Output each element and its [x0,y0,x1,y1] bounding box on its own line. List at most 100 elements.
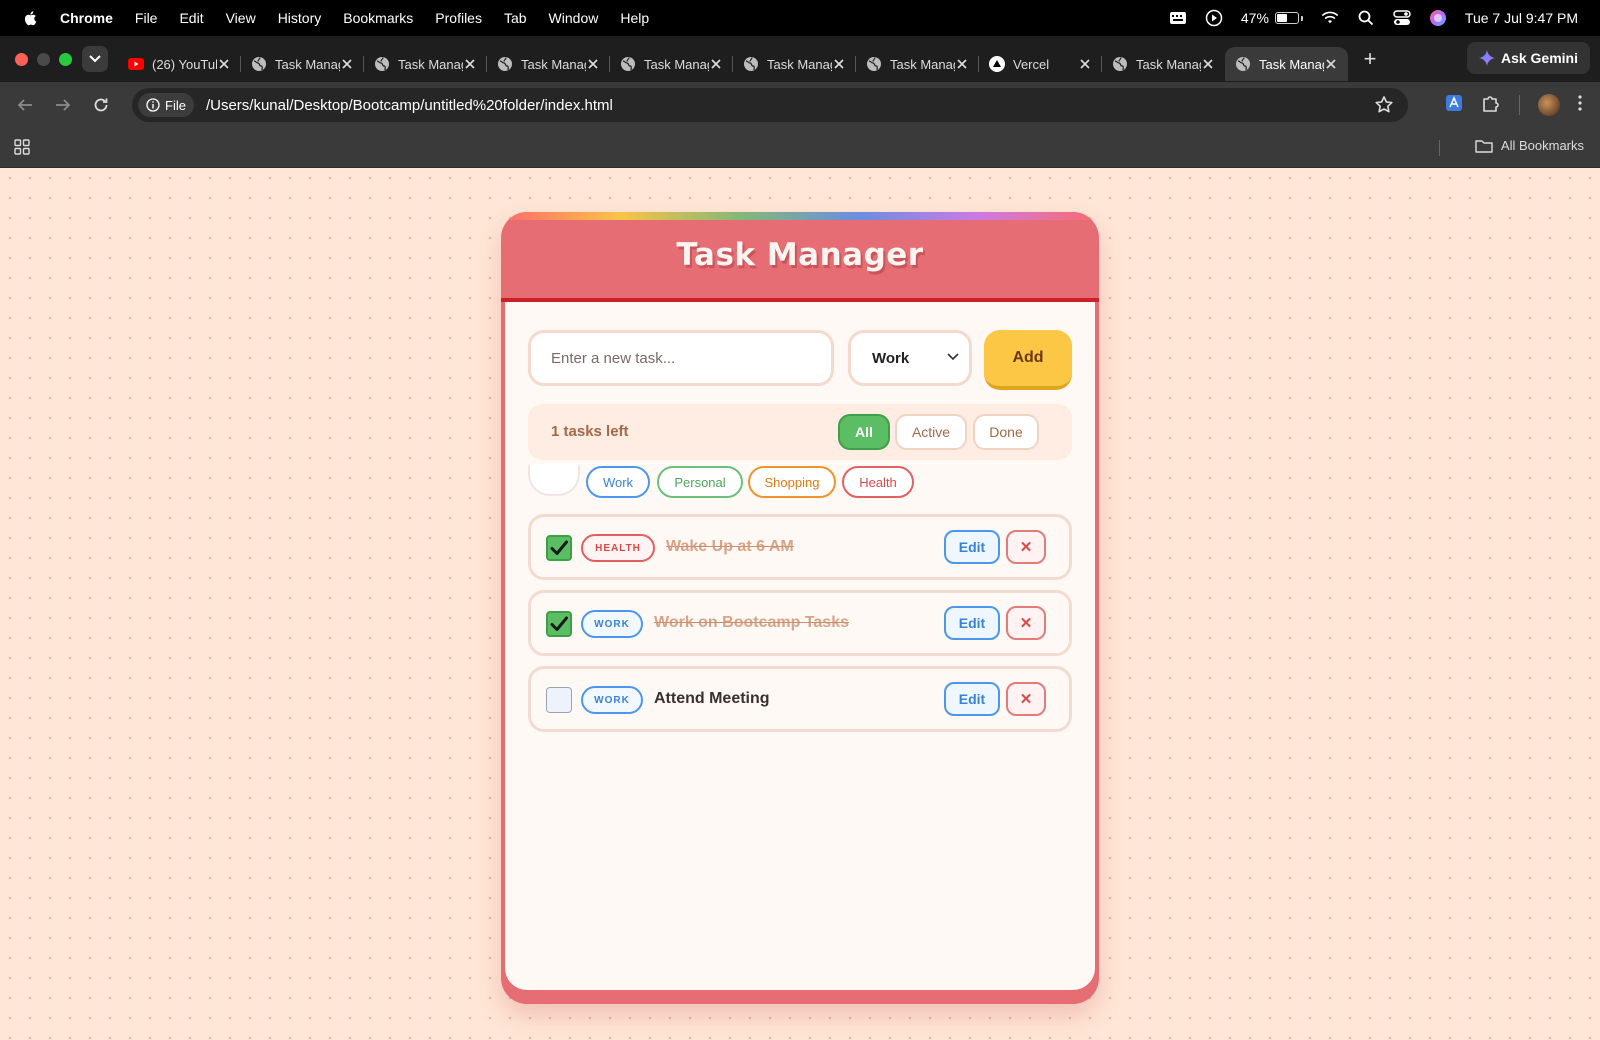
browser-tab[interactable]: Vercel [979,47,1102,81]
battery-status[interactable]: 47% [1241,10,1303,26]
menu-edit[interactable]: Edit [179,10,203,26]
close-tab-icon[interactable] [217,57,231,71]
browser-tab[interactable]: Task Manager [856,47,979,81]
browser-tab[interactable]: Task Manager [364,47,487,81]
spotlight-search-icon[interactable] [1357,9,1375,27]
back-button[interactable] [14,94,36,116]
task-checkbox[interactable] [546,611,572,637]
reload-button[interactable] [90,94,112,116]
apple-icon[interactable] [22,9,40,27]
close-tab-icon[interactable] [709,57,723,71]
task-tag-work: WORK [581,686,643,714]
arrow-left-icon [17,99,32,111]
bookmark-star-icon[interactable] [1374,95,1394,120]
web-page: Task Manager Work Add 1 tasks left All A… [0,168,1600,1040]
toolbar-right-actions [1445,82,1600,128]
battery-percent: 47% [1240,10,1269,26]
checkmark-icon [550,540,568,555]
category-chip-all[interactable] [528,464,580,496]
profile-avatar[interactable] [1538,94,1560,116]
keyboard-icon[interactable] [1169,9,1187,27]
task-tag-health: HEALTH [581,534,655,562]
delete-task-button[interactable]: ✕ [1006,682,1046,716]
browser-tab[interactable]: Task Manager [1102,47,1225,81]
siri-icon[interactable] [1429,9,1447,27]
menu-profiles[interactable]: Profiles [435,10,482,26]
close-tab-icon[interactable] [1201,57,1215,71]
category-chip-shopping[interactable]: Shopping [748,466,836,498]
menu-view[interactable]: View [226,10,256,26]
edit-task-button[interactable]: Edit [944,682,1000,716]
category-select[interactable]: Work [848,330,972,386]
category-chip-work[interactable]: Work [586,466,650,498]
extension-translate-icon[interactable] [1445,94,1463,117]
arrow-right-icon [56,99,71,111]
task-item: WORK Work on Bootcamp Tasks Edit ✕ [528,590,1072,656]
control-center-icon[interactable] [1393,9,1411,27]
ask-gemini-button[interactable]: Ask Gemini [1466,42,1590,74]
task-text: Work on Bootcamp Tasks [654,614,849,631]
close-tab-icon[interactable] [340,57,354,71]
new-tab-button[interactable]: + [1358,46,1382,72]
task-item: WORK Attend Meeting Edit ✕ [528,666,1072,732]
edit-task-button[interactable]: Edit [944,606,1000,640]
menu-window[interactable]: Window [549,10,599,26]
menu-file[interactable]: File [135,10,158,26]
task-checkbox[interactable] [546,535,572,561]
wifi-icon[interactable] [1321,9,1339,27]
close-tab-icon[interactable] [1078,57,1092,71]
filter-done-button[interactable]: Done [973,414,1039,450]
menu-help[interactable]: Help [620,10,649,26]
delete-task-button[interactable]: ✕ [1006,530,1046,564]
apps-grid-icon[interactable] [14,139,30,160]
address-bar[interactable]: File /Users/kunal/Desktop/Bootcamp/untit… [132,88,1408,122]
browser-tab[interactable]: (26) YouTube [118,47,241,81]
menubar-clock[interactable]: Tue 7 Jul 9:47 PM [1465,10,1578,26]
category-chip-health[interactable]: Health [842,466,914,498]
tasks-left-count: 1 tasks left [551,423,629,440]
browser-tab[interactable]: Task Manager [610,47,733,81]
site-info-chip[interactable]: File [138,93,194,117]
close-window-button[interactable] [15,52,28,66]
url-text[interactable]: /Users/kunal/Desktop/Bootcamp/untitled%2… [206,97,613,114]
delete-task-button[interactable]: ✕ [1006,606,1046,640]
globe-icon [497,56,513,72]
youtube-icon [128,56,144,72]
browser-tab[interactable]: Task Manager [1225,47,1348,81]
extensions-puzzle-icon[interactable] [1481,93,1501,118]
browser-tab[interactable]: Task Manager [487,47,610,81]
add-task-button[interactable]: Add [984,330,1072,390]
filter-all-button[interactable]: All [838,414,890,450]
menu-app-name[interactable]: Chrome [60,10,113,26]
browser-tab[interactable]: Task Manager [733,47,856,81]
bookmarks-bar: All Bookmarks [0,128,1600,168]
edit-task-button[interactable]: Edit [944,530,1000,564]
forward-button[interactable] [52,94,74,116]
category-chip-personal[interactable]: Personal [657,466,743,498]
browser-tab[interactable]: Task Manager [241,47,364,81]
play-icon[interactable] [1205,9,1223,27]
battery-icon [1274,12,1299,24]
macos-menu-bar: Chrome File Edit View History Bookmarks … [0,0,1600,36]
close-tab-icon[interactable] [586,57,600,71]
tab-search-button[interactable] [82,46,108,72]
minimize-window-button[interactable] [37,52,50,66]
chevron-down-icon [89,55,101,63]
tab-title: Task Manager [890,56,955,72]
menu-bookmarks[interactable]: Bookmarks [343,10,413,26]
menu-history[interactable]: History [278,10,322,26]
close-tab-icon[interactable] [832,57,846,71]
close-tab-icon[interactable] [463,57,477,71]
more-options-icon[interactable] [1578,94,1582,116]
filter-active-button[interactable]: Active [895,414,967,450]
zoom-window-button[interactable] [59,52,72,66]
task-tag-work: WORK [581,610,643,638]
task-checkbox[interactable] [546,687,572,713]
close-tab-icon[interactable] [1324,57,1338,71]
close-tab-icon[interactable] [955,57,969,71]
new-task-input[interactable] [528,330,834,386]
menu-tab[interactable]: Tab [504,10,527,26]
card-body: Work Add 1 tasks left All Active Done Wo… [505,302,1095,990]
all-bookmarks-label: All Bookmarks [1500,138,1584,153]
all-bookmarks-button[interactable]: All Bookmarks [1475,138,1584,153]
